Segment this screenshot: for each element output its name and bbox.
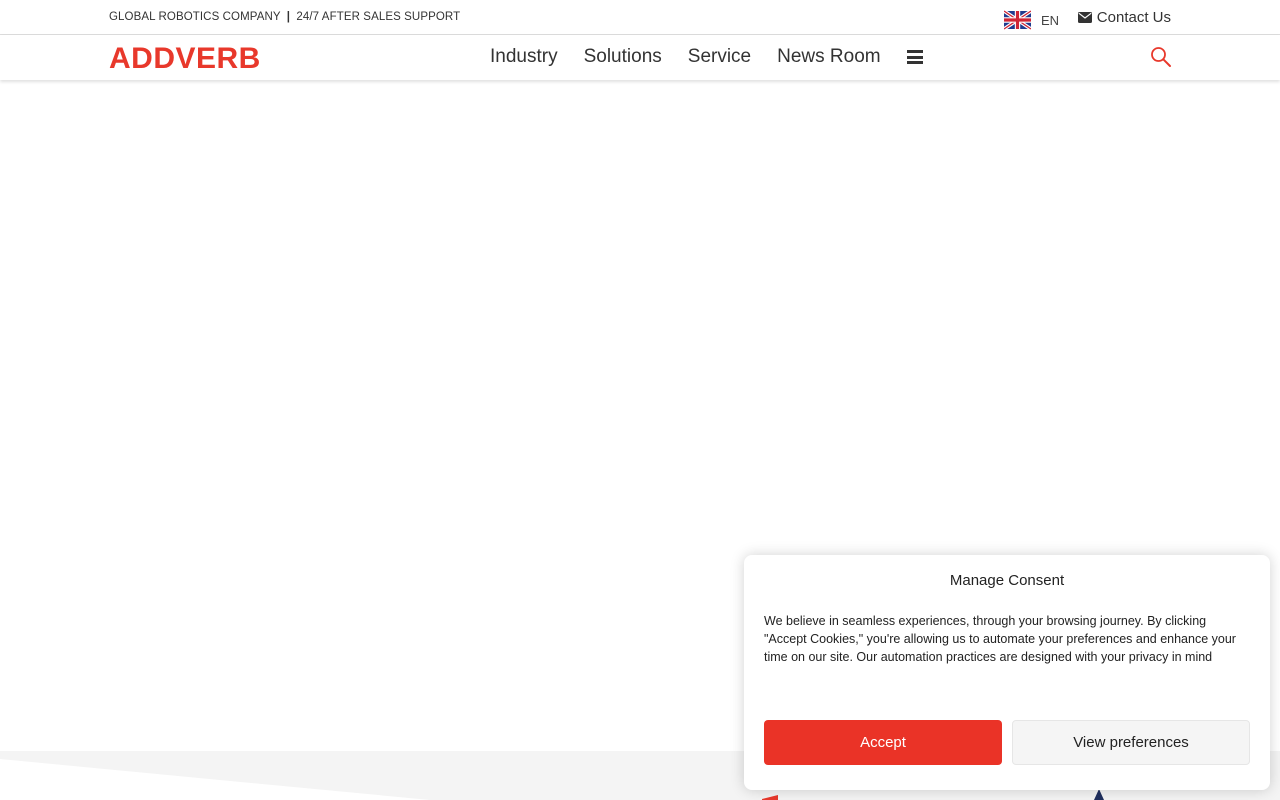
nav-item-solutions[interactable]: Solutions	[584, 46, 662, 68]
main-navbar: ADDVERB Industry Solutions Service News …	[0, 35, 1280, 80]
envelope-icon	[1077, 12, 1092, 23]
tagline-separator: |	[286, 11, 291, 23]
tagline: GLOBAL ROBOTICS COMPANY | 24/7 AFTER SAL…	[109, 11, 460, 23]
tagline-right: 24/7 AFTER SALES SUPPORT	[296, 11, 461, 23]
hamburger-icon[interactable]	[906, 50, 923, 64]
consent-title: Manage Consent	[949, 572, 1065, 589]
cookie-consent-dialog: Manage Consent We believe in seamless ex…	[744, 555, 1270, 790]
top-utility-bar: GLOBAL ROBOTICS COMPANY | 24/7 AFTER SAL…	[0, 0, 1280, 35]
contact-us-label: Contact Us	[1096, 9, 1171, 26]
contact-us-link[interactable]: Contact Us	[1077, 9, 1171, 26]
primary-nav: Industry Solutions Service News Room	[490, 46, 923, 68]
addverb-logo[interactable]: ADDVERB	[109, 43, 261, 75]
view-preferences-button[interactable]: View preferences	[1012, 720, 1250, 765]
language-code: EN	[1041, 12, 1060, 28]
uk-flag-icon	[1004, 10, 1031, 30]
accept-button[interactable]: Accept	[764, 720, 1002, 765]
nav-item-service[interactable]: Service	[688, 46, 751, 68]
tagline-left: GLOBAL ROBOTICS COMPANY	[109, 11, 281, 23]
language-selector[interactable]: EN	[1004, 10, 1059, 30]
consent-text: We believe in seamless experiences, thro…	[764, 614, 1236, 664]
nav-item-industry[interactable]: Industry	[490, 46, 558, 68]
nav-item-news-room[interactable]: News Room	[777, 46, 880, 68]
search-icon[interactable]	[1150, 46, 1172, 68]
